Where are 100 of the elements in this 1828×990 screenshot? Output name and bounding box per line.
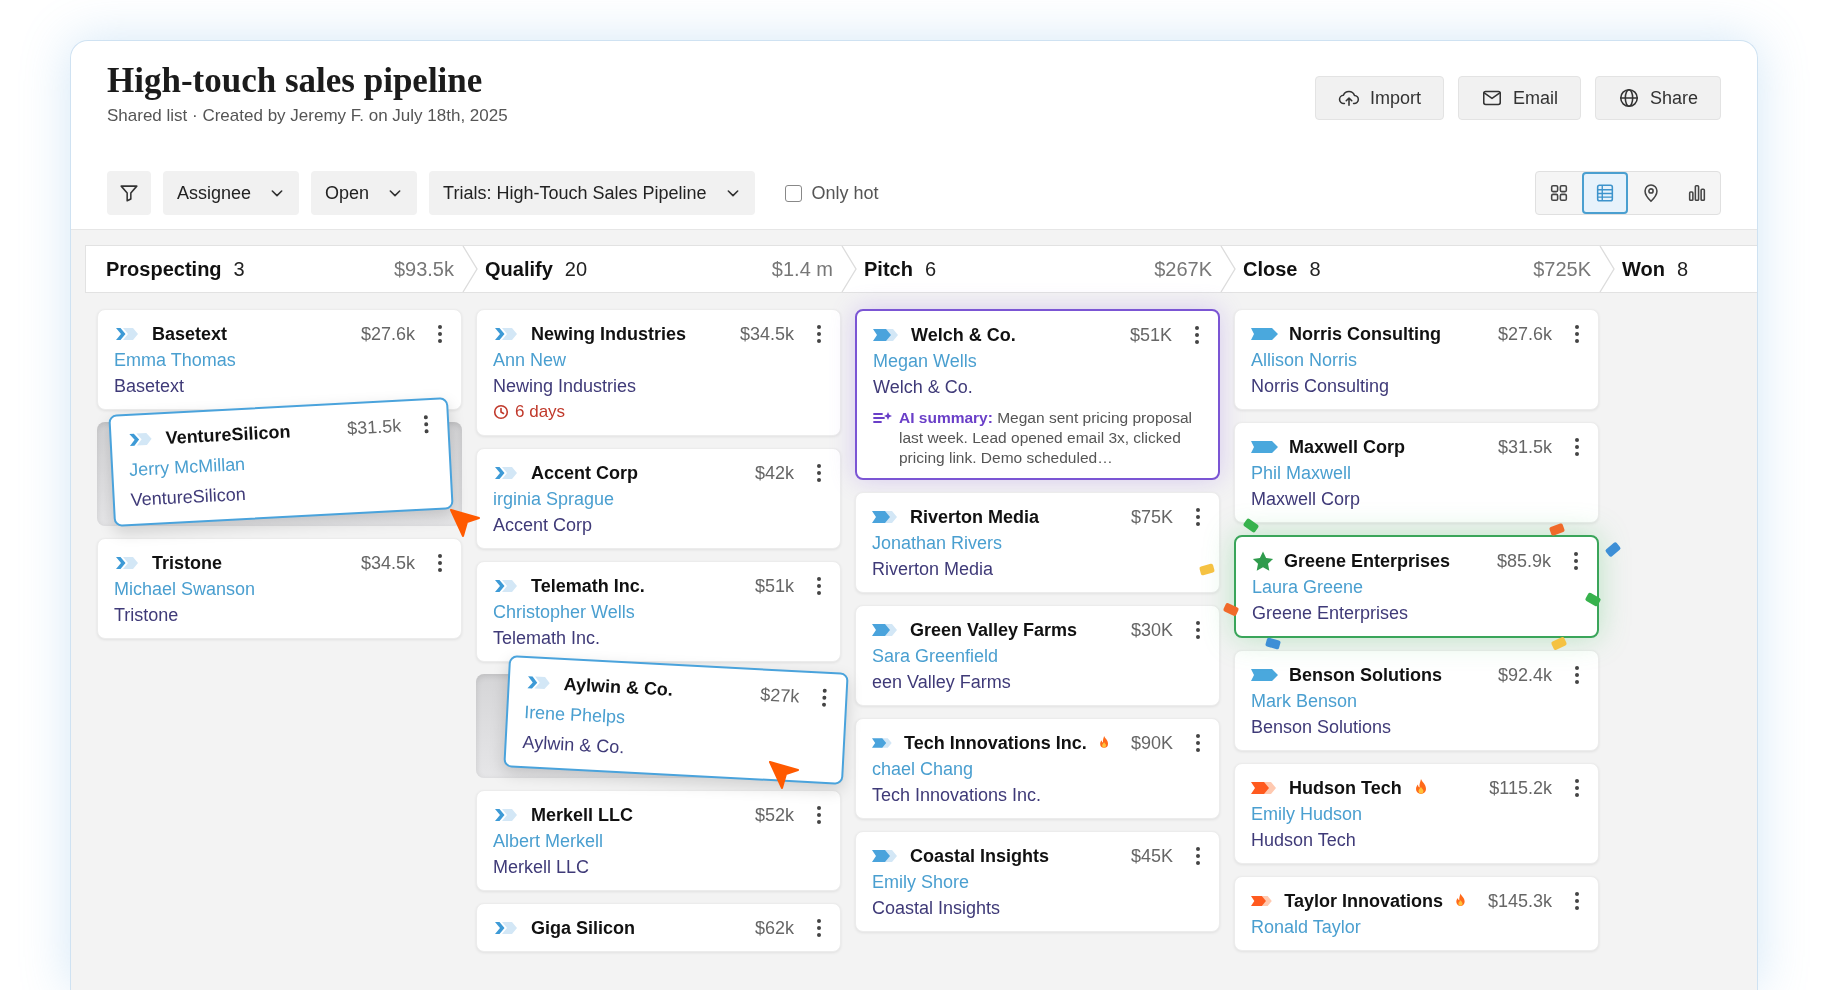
company-name: VentureSilicon [165, 421, 291, 449]
deal-amount: $62k [754, 917, 794, 939]
dragged-card[interactable]: Aylwin & Co. $27k Irene Phelps Aylwin & Co. [503, 655, 849, 785]
deal-card[interactable]: Green Valley Farms $30K Sara Greenfield een Valley Farms [855, 605, 1220, 706]
stage-count: 3 [233, 257, 245, 281]
more-icon [1195, 620, 1201, 640]
stage-name: Won [1622, 257, 1665, 281]
account-name: Merkell LLC [493, 856, 590, 878]
deal-card[interactable]: Maxwell Corp $31.5k Phil Maxwell Maxwell Corp [1234, 422, 1599, 523]
company-name: Coastal Insights [910, 845, 1050, 867]
more-icon [816, 918, 822, 938]
account-name: Tech Innovations Inc. [872, 784, 1042, 806]
stage-total: $725K [1533, 257, 1591, 281]
deal-amount: $27k [759, 683, 800, 707]
stage-name: Prospecting [106, 257, 222, 281]
deal-card[interactable]: Basetext $27.6k Emma Thomas Basetext [97, 309, 462, 410]
checkbox-label: Only hot [811, 182, 879, 204]
more-icon [1574, 891, 1580, 911]
deal-card[interactable]: Benson Solutions $92.4k Mark Benson Benson Solutions [1234, 650, 1599, 751]
deal-card[interactable]: Coastal Insights $45K Emily Shore Coastal Insights [855, 831, 1220, 932]
deal-amount: $75K [1130, 506, 1173, 528]
company-name: Telemath Inc. [531, 575, 645, 597]
more-icon [1195, 507, 1201, 527]
deal-card[interactable]: Telemath Inc. $51k Christopher Wells Telemath Inc. [476, 561, 841, 662]
deal-card[interactable]: Merkell LLC $52k Albert Merkell Merkell LLC [476, 790, 841, 891]
cursor-icon [768, 758, 800, 792]
deal-amount: $51K [1129, 324, 1172, 346]
deal-card[interactable]: Norris Consulting $27.6k Allison Norris Norris Consulting [1234, 309, 1599, 410]
company-name: Maxwell Corp [1289, 436, 1406, 458]
account-name: Tristone [114, 604, 179, 626]
dragged-card[interactable]: VentureSilicon $31.5k Jerry McMillan VentureSilicon [108, 397, 454, 527]
due-time: 6 days [515, 402, 566, 422]
page-title: High-touch sales pipeline [107, 61, 484, 101]
share-button[interactable]: Share [1594, 76, 1721, 120]
account-name: Hudson Tech [1251, 829, 1356, 851]
page-subtitle: Shared list · Created by Jeremy F. on July 18th, 2025 [107, 105, 508, 127]
stage-total: $93.5k [393, 257, 454, 281]
account-name: Benson Solutions [1251, 716, 1392, 738]
globe-icon [1617, 87, 1640, 109]
deal-card[interactable]: Hudson Tech $115.2k Emily Hudson Hudson Tech [1234, 763, 1599, 864]
account-name: VentureSilicon [130, 482, 247, 511]
company-name: Welch & Co. [911, 324, 1016, 346]
arrow-icon [872, 509, 900, 525]
deal-card[interactable]: Giga Silicon $62k [476, 903, 841, 952]
filter-dropdown[interactable]: Assignee [163, 171, 300, 215]
checkbox[interactable] [784, 184, 802, 202]
company-name: Newing Industries [531, 323, 687, 345]
company-name: Tristone [152, 552, 222, 574]
more-icon [1574, 437, 1580, 457]
sparkle-icon [873, 410, 893, 426]
tag-icon [1251, 667, 1279, 683]
deal-card[interactable]: Accent Corp $42k irginia Sprague Accent Corp [476, 448, 841, 549]
company-name: Benson Solutions [1289, 664, 1442, 686]
account-name: Basetext [114, 375, 185, 397]
account-name: Accent Corp [493, 514, 593, 536]
more-icon [1195, 846, 1201, 866]
deal-amount: $115.2k [1489, 777, 1552, 799]
tag-icon [1251, 439, 1279, 455]
deal-amount: $51k [754, 575, 794, 597]
stage-count: 8 [1309, 257, 1321, 281]
deal-card[interactable]: Riverton Media $75K Jonathan Rivers Riverton Media [855, 492, 1220, 593]
account-name: Greene Enterprises [1252, 602, 1409, 624]
account-name: Riverton Media [872, 558, 994, 580]
more-icon [1574, 778, 1580, 798]
company-name: Basetext [152, 323, 228, 345]
company-name: Green Valley Farms [910, 619, 1078, 641]
deal-amount: $34.5k [360, 552, 415, 574]
star-icon [1252, 551, 1274, 571]
ai-summary: AI summary: Megan sent pricing proposal last week. Lead opened email 3x, clicked pricing link. Demo scheduled… [899, 408, 1193, 468]
more-icon [816, 805, 822, 825]
bar-chart-icon [1686, 182, 1708, 204]
deal-card[interactable]: Tristone $34.5k Michael Swanson Tristone [97, 538, 462, 639]
deal-card[interactable]: Tech Innovations Inc. $90K chael Chang Tech Innovations Inc. [855, 718, 1220, 819]
stage-name: Qualify [485, 257, 553, 281]
filter-icon [118, 182, 140, 204]
stage-total: $1.4 m [771, 257, 833, 281]
deal-amount: $30K [1130, 619, 1173, 641]
more-icon [816, 576, 822, 596]
more-icon [816, 463, 822, 483]
company-name: Aylwin & Co. [563, 673, 674, 701]
account-name: een Valley Farms [872, 671, 1011, 693]
deal-amount: $27.6k [360, 323, 415, 345]
filter-dropdown[interactable]: Trials: High-Touch Sales Pipeline [429, 171, 755, 215]
deal-amount: $27.6k [1497, 323, 1552, 345]
arrow-icon [872, 848, 900, 864]
more-icon [1574, 665, 1580, 685]
filter-button[interactable] [107, 171, 151, 215]
import-button[interactable]: Import [1314, 76, 1444, 120]
deal-card[interactable]: Welch & Co. $51K Megan Wells Welch & Co. AI summary: Megan sent pricing proposal last week. Lead opened email 3x, clicked pricing link. Demo scheduled… [855, 309, 1220, 480]
company-name: Accent Corp [531, 462, 638, 484]
company-name: Greene Enterprises [1284, 550, 1451, 572]
email-button[interactable]: Email [1457, 76, 1581, 120]
deal-card[interactable]: Taylor Innovations $145.3k Ronald Taylor [1234, 876, 1599, 951]
filter-dropdown[interactable]: Open [311, 171, 418, 215]
deal-card[interactable]: Greene Enterprises $85.9k Laura Greene Greene Enterprises [1234, 535, 1599, 638]
company-name: Tech Innovations Inc. [904, 732, 1087, 754]
account-name: Welch & Co. [873, 376, 973, 398]
deal-card[interactable]: Newing Industries $34.5k Ann New Newing Industries 6 days [476, 309, 841, 436]
deal-amount: $92.4k [1497, 664, 1552, 686]
deal-amount: $31.5k [346, 415, 402, 439]
